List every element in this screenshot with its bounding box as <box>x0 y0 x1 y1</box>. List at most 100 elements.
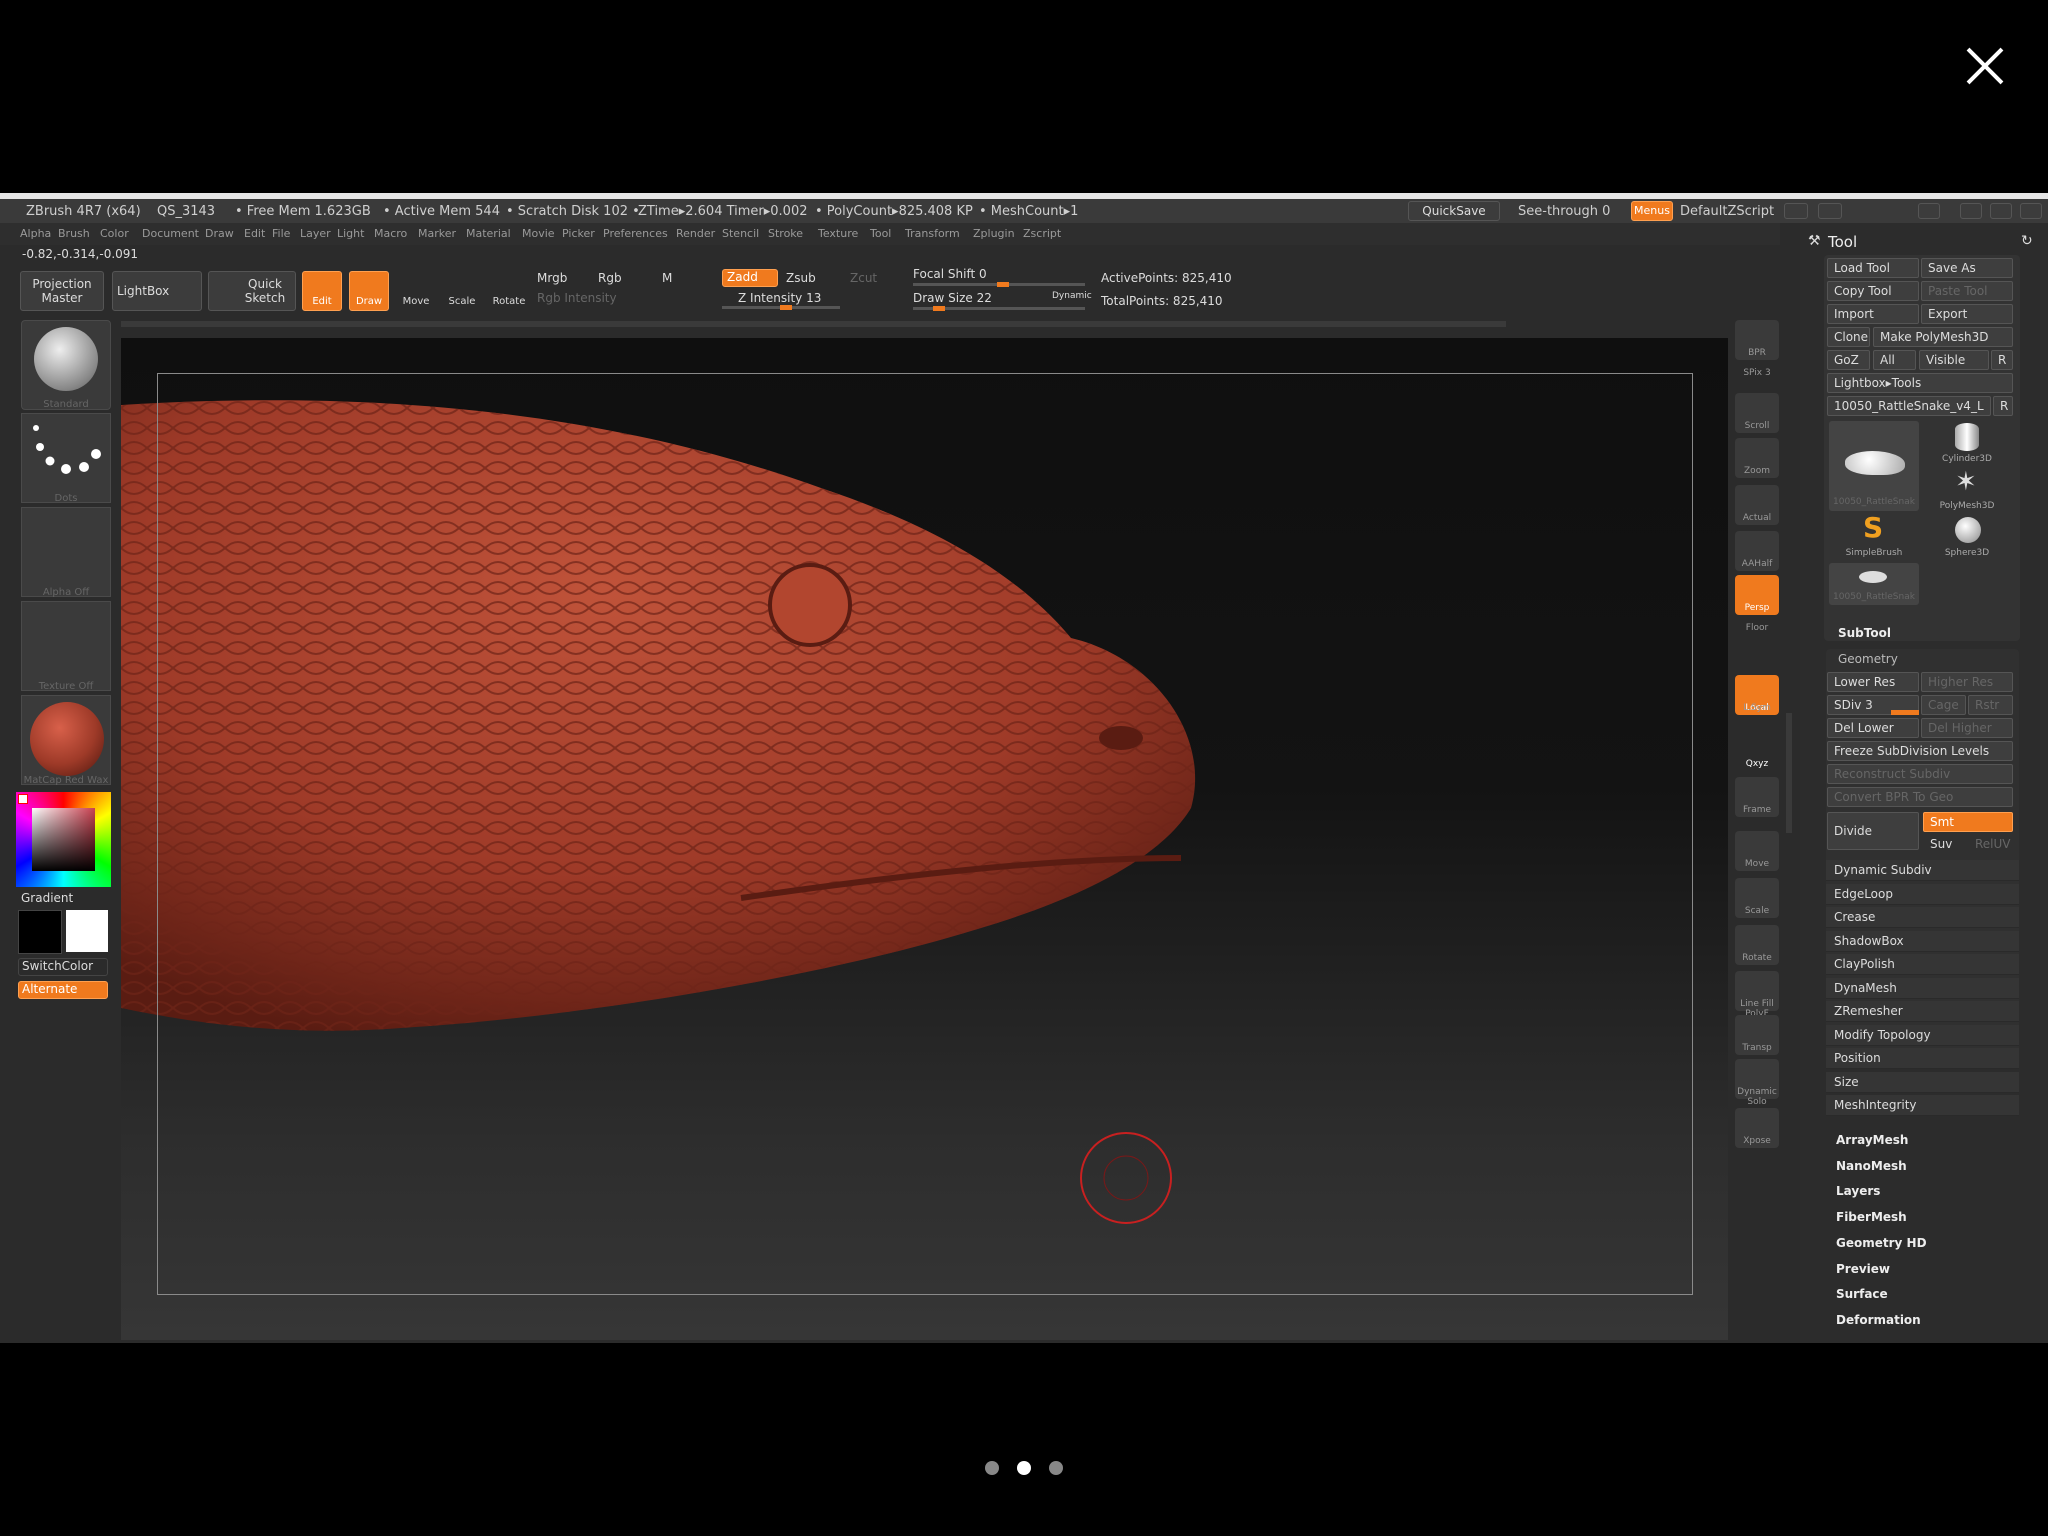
page-dot[interactable] <box>1017 1461 1031 1475</box>
tool-thumb-rattlesnake-2[interactable]: 10050_RattleSnak <box>1829 563 1919 605</box>
pin-icon[interactable]: ⚒ <box>1808 233 1821 249</box>
import-button[interactable]: Import <box>1827 304 1919 324</box>
gradient-label[interactable]: Gradient <box>21 891 73 905</box>
menu-item[interactable]: Edit <box>244 227 265 240</box>
load-tool-button[interactable]: Load Tool <box>1827 258 1919 278</box>
page-dot[interactable] <box>985 1461 999 1475</box>
geometry-item[interactable]: Position <box>1826 1048 2019 1069</box>
lightbox-tools-button[interactable]: Lightbox▸Tools <box>1827 373 2013 393</box>
material-thumbnail[interactable] <box>21 695 111 785</box>
current-tool-slider[interactable]: 10050_RattleSnake_v4_L <box>1827 396 1991 416</box>
menu-item[interactable]: Light <box>337 227 364 240</box>
rotate-button[interactable]: Rotate <box>489 271 529 311</box>
secondary-color-swatch-large[interactable] <box>66 910 108 952</box>
tool-thumb-cylinder[interactable]: Cylinder3D <box>1922 421 2012 466</box>
geometry-item[interactable]: EdgeLoop <box>1826 883 2019 905</box>
geometry-item[interactable]: MeshIntegrity <box>1826 1095 2019 1116</box>
tool-thumb-polymesh[interactable]: ✶ PolyMesh3D <box>1922 468 2012 513</box>
switchcolor-button[interactable]: SwitchColor <box>18 958 108 976</box>
sdiv-track[interactable] <box>1827 710 1919 715</box>
subtool-section[interactable]: SubTool <box>1838 626 1891 640</box>
geometry-item[interactable]: ClayPolish <box>1826 954 2019 975</box>
texture-thumbnail[interactable] <box>21 601 111 691</box>
menu-item[interactable]: Preferences <box>603 227 668 240</box>
projection-master-button[interactable]: Projection Master <box>20 271 104 311</box>
refresh-icon[interactable]: ↻ <box>2021 233 2033 249</box>
quicksave-button[interactable]: QuickSave <box>1408 201 1500 221</box>
geometry-item[interactable]: ZRemesher <box>1826 1001 2019 1022</box>
color-picker[interactable] <box>16 792 111 887</box>
menu-item[interactable]: Render <box>676 227 715 240</box>
visible-button[interactable]: Visible <box>1919 350 1989 370</box>
menus-button[interactable]: Menus <box>1631 201 1673 221</box>
draw-button[interactable]: Draw <box>349 271 389 311</box>
secondary-color-swatch[interactable] <box>18 794 28 804</box>
reluv-toggle[interactable]: RelUV <box>1968 834 2013 854</box>
export-button[interactable]: Export <box>1921 304 2013 324</box>
suv-toggle[interactable]: Suv <box>1923 834 1968 854</box>
scale-button[interactable]: Scale <box>442 271 482 311</box>
z-intensity-track[interactable] <box>722 305 840 310</box>
geometry-item[interactable]: Size <box>1826 1071 2019 1093</box>
panel-scrollbar[interactable] <box>1786 713 1792 833</box>
zcut-button[interactable]: Zcut <box>850 271 877 285</box>
menu-item[interactable]: Transform <box>905 227 960 240</box>
reconstruct-subdiv-button[interactable]: Reconstruct Subdiv <box>1827 764 2013 784</box>
geometry-item[interactable]: Crease <box>1826 907 2019 928</box>
close-icon[interactable] <box>1963 44 2007 88</box>
default-zscript[interactable]: DefaultZScript <box>1680 204 1774 219</box>
stroke-thumbnail[interactable] <box>21 413 111 503</box>
window-menu-icon[interactable] <box>1818 203 1842 219</box>
geometry-item[interactable]: Modify Topology <box>1826 1024 2019 1046</box>
tool-thumb-simplebrush[interactable]: S SimpleBrush <box>1829 511 1919 560</box>
see-through-slider[interactable]: See-through 0 <box>1518 204 1610 219</box>
geometry-item[interactable]: Dynamic Subdiv <box>1826 860 2019 881</box>
menu-item[interactable]: Brush <box>58 227 90 240</box>
menu-item[interactable]: Color <box>100 227 129 240</box>
higher-res-button[interactable]: Higher Res <box>1921 672 2013 692</box>
menu-item[interactable]: Marker <box>418 227 456 240</box>
menu-item[interactable]: File <box>272 227 290 240</box>
menu-item[interactable]: Picker <box>562 227 595 240</box>
subpalette-header[interactable]: NanoMesh <box>1836 1159 1907 1173</box>
lower-res-button[interactable]: Lower Res <box>1827 672 1919 692</box>
clone-button[interactable]: Clone <box>1827 327 1870 347</box>
lightbox-button[interactable]: LightBox <box>112 271 202 311</box>
current-tool-r-button[interactable]: R <box>1993 396 2013 416</box>
menu-item[interactable]: Texture <box>818 227 858 240</box>
menu-item[interactable]: Zplugin <box>973 227 1015 240</box>
save-as-button[interactable]: Save As <box>1921 258 2013 278</box>
rgb-button[interactable]: Rgb <box>598 271 622 285</box>
brush-thumbnail[interactable] <box>21 320 111 410</box>
lock-icon[interactable] <box>1918 203 1940 219</box>
subpalette-header[interactable]: ArrayMesh <box>1836 1133 1908 1147</box>
subpalette-header[interactable]: Layers <box>1836 1184 1880 1198</box>
focal-shift-track[interactable] <box>913 282 1085 287</box>
mrgb-button[interactable]: Mrgb <box>537 271 567 285</box>
page-dot[interactable] <box>1049 1461 1063 1475</box>
subpalette-header[interactable]: Preview <box>1836 1262 1890 1276</box>
menu-item[interactable]: Stencil <box>722 227 759 240</box>
menu-item[interactable]: Draw <box>205 227 234 240</box>
primary-color-swatch[interactable] <box>18 910 62 954</box>
menu-item[interactable]: Zscript <box>1023 227 1061 240</box>
menu-item[interactable]: Layer <box>300 227 331 240</box>
copy-tool-button[interactable]: Copy Tool <box>1827 281 1919 301</box>
menu-item[interactable]: Movie <box>522 227 555 240</box>
edit-button[interactable]: Edit <box>302 271 342 311</box>
z-intensity-slider[interactable]: Z Intensity 13 <box>738 291 821 305</box>
draw-size-track[interactable] <box>913 306 1085 311</box>
zsub-button[interactable]: Zsub <box>786 271 816 285</box>
window-layout-icon[interactable] <box>1784 203 1808 219</box>
window-close-icon[interactable] <box>2020 203 2042 219</box>
color-square[interactable] <box>32 808 95 871</box>
rstr-button[interactable]: Rstr <box>1968 695 2013 715</box>
make-polymesh-button[interactable]: Make PolyMesh3D <box>1873 327 2013 347</box>
menu-item[interactable]: Document <box>142 227 199 240</box>
menu-item[interactable]: Tool <box>870 227 891 240</box>
subpalette-header[interactable]: Deformation <box>1836 1313 1921 1327</box>
del-higher-button[interactable]: Del Higher <box>1921 718 2013 738</box>
menu-item[interactable]: Material <box>466 227 511 240</box>
quick-sketch-button[interactable]: Quick Sketch <box>208 271 296 311</box>
smt-toggle[interactable]: Smt <box>1923 812 2013 832</box>
